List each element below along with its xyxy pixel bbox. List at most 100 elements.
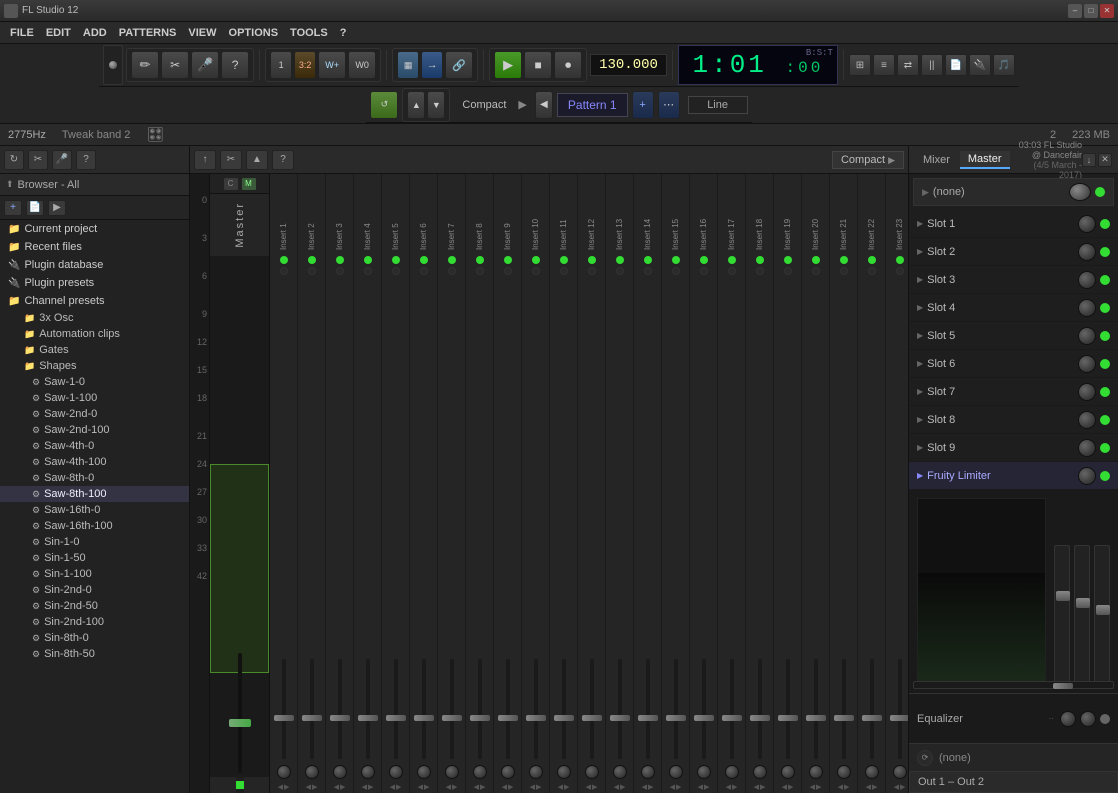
slot-9-knob[interactable] [1078,439,1096,457]
slot-7-knob[interactable] [1078,383,1096,401]
track-arrow-right-17[interactable]: ▶ [732,783,737,791]
sidebar-item-saw-1-0[interactable]: ⚙ Saw-1-0 [0,374,189,390]
insert-track-10[interactable]: Insert 10◀▶ [522,174,550,793]
eq-knob-1[interactable] [1060,711,1076,727]
insert-track-19[interactable]: Insert 19◀▶ [774,174,802,793]
track-knob-2[interactable] [305,765,319,779]
slot-6-knob[interactable] [1078,355,1096,373]
insert-track-5[interactable]: Insert 5◀▶ [382,174,410,793]
browser-header[interactable]: ⬆ Browser - All [0,174,189,196]
track-arrow-left-19[interactable]: ◀ [782,783,787,791]
track-fader-handle-7[interactable] [442,715,462,721]
maximize-button[interactable]: □ [1084,4,1098,18]
none-knob[interactable] [1069,183,1091,201]
hri-btn6[interactable]: 🔌 [969,54,991,76]
sidebar-item-sin-2nd-100[interactable]: ⚙ Sin-2nd-100 [0,614,189,630]
sidebar-item-saw-2nd-100[interactable]: ⚙ Saw-2nd-100 [0,422,189,438]
compact-mode-label[interactable]: Compact ▶ [832,151,904,169]
track-knob-18[interactable] [753,765,767,779]
mixer-tb3[interactable]: ▲ [246,150,268,170]
track-arrow-left-6[interactable]: ◀ [418,783,423,791]
insert-track-16[interactable]: Insert 16◀▶ [690,174,718,793]
master-m-btn[interactable]: M [241,177,257,191]
menu-add[interactable]: ADD [77,25,113,41]
insert-track-20[interactable]: Insert 20◀▶ [802,174,830,793]
track-arrow-left-7[interactable]: ◀ [446,783,451,791]
track-knob-23[interactable] [893,765,907,779]
sidebar-add-btn[interactable]: + [4,200,22,216]
track-arrow-right-16[interactable]: ▶ [704,783,709,791]
track-knob-6[interactable] [417,765,431,779]
track-fader-handle-18[interactable] [750,715,770,721]
fx-tab-mixer[interactable]: Mixer [915,152,958,168]
fx-slot-1[interactable]: ▶ Slot 1 [909,210,1118,238]
track-knob-9[interactable] [501,765,515,779]
sidebar-item-saw-16th-0[interactable]: ⚙ Saw-16th-0 [0,502,189,518]
track-fader-handle-15[interactable] [666,715,686,721]
sidebar-item-saw-8th-100[interactable]: ⚙ Saw-8th-100 [0,486,189,502]
insert-track-21[interactable]: Insert 21◀▶ [830,174,858,793]
track-arrow-right-2[interactable]: ▶ [312,783,317,791]
track-arrow-left-5[interactable]: ◀ [390,783,395,791]
master-fader-handle[interactable] [229,719,251,727]
counter3-btn[interactable]: W+ [318,51,346,79]
menu-view[interactable]: VIEW [182,25,222,41]
slot-3-knob[interactable] [1078,271,1096,289]
track-fader-handle-1[interactable] [274,715,294,721]
sidebar-item-shapes[interactable]: 📁 Shapes [0,358,189,374]
sidebar-expand-btn[interactable]: ▶ [48,200,66,216]
track-arrow-right-13[interactable]: ▶ [620,783,625,791]
fx-slot-fruity-limiter[interactable]: ▶ Fruity Limiter [909,462,1118,490]
track-arrow-left-9[interactable]: ◀ [502,783,507,791]
track-arrow-left-15[interactable]: ◀ [670,783,675,791]
track-arrow-left-20[interactable]: ◀ [810,783,815,791]
prev-pattern-btn[interactable]: ◀ [535,91,553,119]
fx-slot-8[interactable]: ▶ Slot 8 [909,406,1118,434]
menu-help[interactable]: ? [334,25,353,41]
menu-patterns[interactable]: PATTERNS [113,25,183,41]
fx-none-selector[interactable]: ▶ (none) [913,178,1114,206]
insert-track-2[interactable]: Insert 2◀▶ [298,174,326,793]
sidebar-file-btn[interactable]: 📄 [26,200,44,216]
fx-fader-2-handle[interactable] [1076,598,1090,608]
track-fader-handle-6[interactable] [414,715,434,721]
sidebar-item-gates[interactable]: 📁 Gates [0,342,189,358]
sidebar-item-saw-4th-0[interactable]: ⚙ Saw-4th-0 [0,438,189,454]
insert-track-7[interactable]: Insert 7◀▶ [438,174,466,793]
track-fader-handle-21[interactable] [834,715,854,721]
track-knob-17[interactable] [725,765,739,779]
track-knob-8[interactable] [473,765,487,779]
sidebar-section-channel-presets[interactable]: 📁 Channel presets [0,292,189,310]
sidebar-item-sin-1-50[interactable]: ⚙ Sin-1-50 [0,550,189,566]
track-fader-handle-11[interactable] [554,715,574,721]
track-knob-5[interactable] [389,765,403,779]
track-knob-14[interactable] [641,765,655,779]
track-arrow-right-6[interactable]: ▶ [424,783,429,791]
loop-back-btn[interactable]: ↺ [370,91,398,119]
fx-slot-4[interactable]: ▶ Slot 4 [909,294,1118,322]
snap-up-btn[interactable]: ▲ [407,91,425,119]
fx-horizontal-fader-handle[interactable] [1053,683,1073,689]
bpm-display[interactable]: 130.000 [590,54,667,76]
menu-tools[interactable]: tooLS [284,25,334,41]
track-arrow-right-20[interactable]: ▶ [816,783,821,791]
fx-fader-1-handle[interactable] [1056,591,1070,601]
track-knob-21[interactable] [837,765,851,779]
fx-slot-3[interactable]: ▶ Slot 3 [909,266,1118,294]
mic-tool-btn[interactable]: 🎤 [191,51,219,79]
playlist-btn[interactable]: ▦ [397,51,419,79]
pencil-tool-btn[interactable]: ✏ [131,51,159,79]
sidebar-item-saw-16th-100[interactable]: ⚙ Saw-16th-100 [0,518,189,534]
insert-track-23[interactable]: Insert 23◀▶ [886,174,908,793]
hri-btn7[interactable]: 🎵 [993,54,1015,76]
track-fader-handle-4[interactable] [358,715,378,721]
track-fader-handle-12[interactable] [582,715,602,721]
track-arrow-right-18[interactable]: ▶ [760,783,765,791]
track-arrow-right-14[interactable]: ▶ [648,783,653,791]
track-knob-1[interactable] [277,765,291,779]
track-fader-handle-8[interactable] [470,715,490,721]
track-knob-3[interactable] [333,765,347,779]
stop-btn[interactable]: ■ [524,51,552,79]
track-arrow-left-17[interactable]: ◀ [726,783,731,791]
slot-4-knob[interactable] [1078,299,1096,317]
